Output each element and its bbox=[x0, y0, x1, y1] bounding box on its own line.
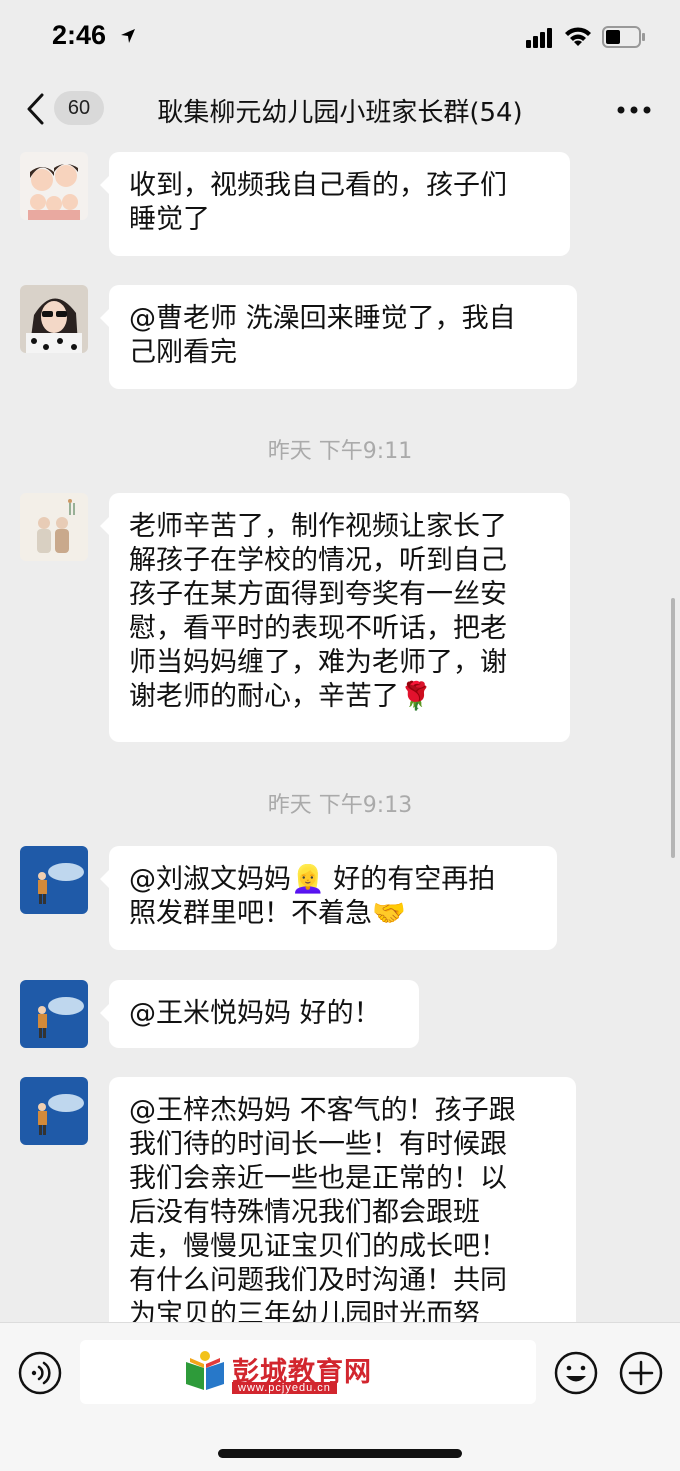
more-options-icon[interactable] bbox=[617, 106, 651, 114]
child-aquarium-avatar[interactable] bbox=[20, 1077, 88, 1145]
message-input[interactable]: 彭城教育网 www.pcjyedu.cn bbox=[80, 1340, 536, 1404]
status-bar: 2:46 bbox=[0, 0, 680, 78]
wifi-icon bbox=[565, 27, 591, 46]
message-bubble[interactable]: @曹老师 洗澡回来睡觉了，我自 己刚看完 bbox=[100, 285, 577, 389]
input-bar: 彭城教育网 www.pcjyedu.cn bbox=[0, 1322, 680, 1471]
message-timestamp: 昨天 下午9:13 bbox=[267, 793, 413, 818]
message-bubble[interactable]: @刘淑文妈妈👱‍♀️ 好的有空再拍 照发群里吧！不着急🤝 bbox=[100, 846, 557, 950]
message-bubble[interactable]: @王米悦妈妈 好的！ bbox=[100, 980, 419, 1048]
voice-input-icon[interactable] bbox=[18, 1351, 62, 1395]
home-indicator[interactable] bbox=[218, 1449, 462, 1458]
family-cartoon-avatar[interactable] bbox=[20, 152, 88, 220]
chat-header: 60 耿集柳元幼儿园小班家长群(54) bbox=[0, 78, 680, 140]
emoji-icon[interactable] bbox=[554, 1351, 598, 1395]
message-bubble[interactable]: 老师辛苦了，制作视频让家长了 解孩子在学校的情况，听到自己 孩子在某方面得到夸奖有一… bbox=[100, 493, 570, 742]
scrollbar[interactable] bbox=[671, 598, 675, 858]
watermark-logo: 彭城教育网 www.pcjyedu.cn bbox=[182, 1350, 371, 1396]
location-arrow-icon bbox=[121, 29, 135, 43]
add-attachment-icon[interactable] bbox=[619, 1351, 663, 1395]
logo-url: www.pcjyedu.cn bbox=[232, 1382, 337, 1394]
woman-sunglasses-avatar[interactable] bbox=[20, 285, 88, 353]
child-aquarium-avatar[interactable] bbox=[20, 846, 88, 914]
message-bubble[interactable]: 收到，视频我自己看的，孩子们 睡觉了 bbox=[100, 152, 570, 256]
message-bubble[interactable]: @王梓杰妈妈 不客气的！孩子跟 我们待的时间长一些！有时候跟 我们会亲近一些也是正常… bbox=[109, 1077, 576, 1357]
status-time: 2:46 bbox=[52, 20, 107, 50]
book-logo-icon bbox=[186, 1351, 224, 1390]
battery-icon bbox=[602, 26, 645, 48]
cellular-signal-icon bbox=[526, 28, 552, 48]
child-aquarium-avatar[interactable] bbox=[20, 980, 88, 1048]
chat-title: 耿集柳元幼儿园小班家长群(54) bbox=[157, 98, 523, 128]
elderly-couple-avatar[interactable] bbox=[20, 493, 88, 561]
message-timestamp: 昨天 下午9:11 bbox=[267, 439, 413, 464]
